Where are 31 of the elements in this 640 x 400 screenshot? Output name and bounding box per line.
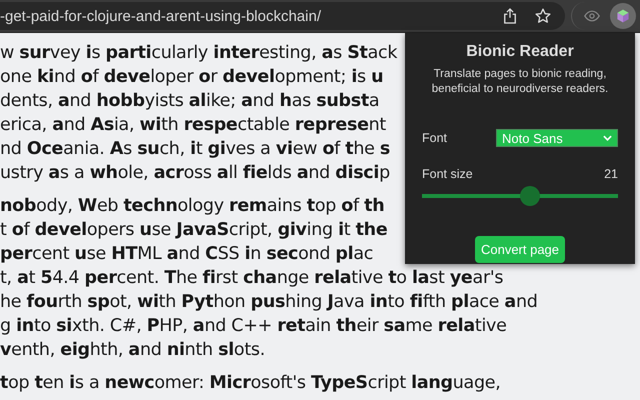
popup-title: Bionic Reader	[465, 43, 575, 61]
popup-description: Translate pages to bionic reading, beneficial to neurodiverse readers.	[430, 67, 610, 97]
star-icon[interactable]	[535, 8, 551, 24]
article-text-line: nobody, Web technology remains top of th	[0, 195, 384, 218]
convert-page-button[interactable]: Convert page	[474, 236, 566, 263]
address-bar[interactable]: -get-paid-for-clojure-and-arent-using-blockchain/	[0, 2, 565, 30]
extension-button[interactable]	[610, 3, 636, 29]
article-text-line: nd Oceania. As such, it gives a view of the s	[0, 138, 390, 161]
chevron-down-icon	[603, 135, 612, 141]
font-size-label: Font size	[422, 167, 473, 181]
url-text: -get-paid-for-clojure-and-arent-using-blockchain/	[0, 8, 322, 24]
article-text-line: erica, and Asia, with respectable represent	[0, 114, 386, 137]
article-text-line: top ten is a newcomer: Microsoft's TypeScript language,	[0, 372, 501, 395]
article-text-line: percent use HTML and CSS in second plac	[0, 243, 374, 266]
font-label: Font	[422, 131, 448, 145]
slider-thumb[interactable]	[520, 186, 540, 206]
font-size-slider[interactable]	[422, 186, 618, 206]
cube-icon	[615, 8, 631, 24]
font-dropdown[interactable]: Noto Sans	[496, 129, 618, 147]
article-text-line: g into sixth. C#, PHP, and C++ retain their same relative	[0, 315, 507, 338]
font-size-value: 21	[604, 167, 618, 181]
article-text-line: dents, and hobbyists alike; and has substa	[0, 90, 380, 113]
eye-icon[interactable]	[584, 10, 600, 22]
article-text-line: t of developers use JavaScript, giving it the	[0, 219, 388, 242]
article-text-line: one kind of developer or development; is u	[0, 66, 384, 89]
article-text-line: venth, eighth, and ninth slots.	[0, 339, 265, 362]
share-icon[interactable]	[503, 8, 517, 24]
article-text-line: w survey is particularly interesting, as Stack	[0, 42, 398, 65]
article-text-line: ustry as a whole, across all fields and discip	[0, 162, 390, 185]
article-text-line: he fourth spot, with Python pushing Java into fifth place and	[0, 291, 538, 314]
article-text-line: t, at 54.4 percent. The first change relative to last year's	[0, 267, 504, 290]
